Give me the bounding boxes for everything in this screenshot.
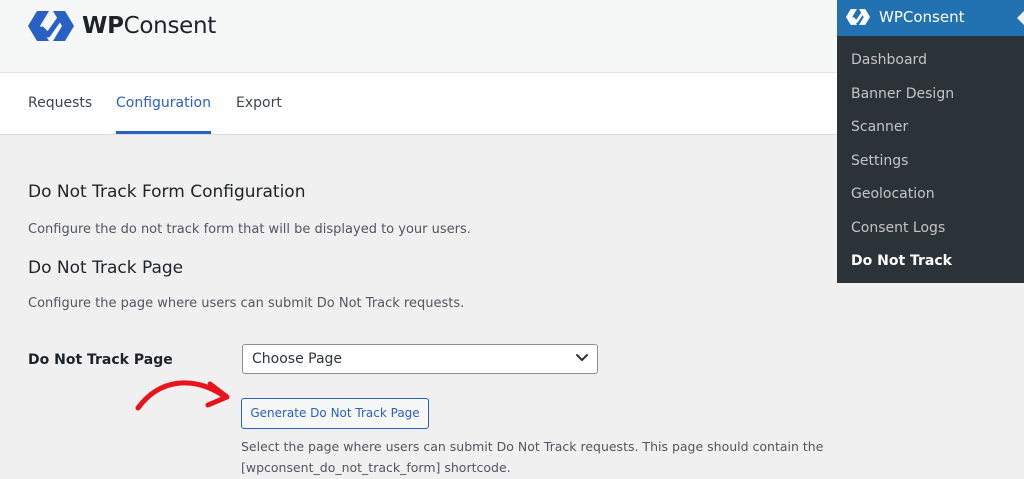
tab-configuration[interactable]: Configuration bbox=[116, 73, 211, 134]
tab-requests[interactable]: Requests bbox=[28, 73, 92, 134]
form-config-description: Configure the do not track form that wil… bbox=[28, 222, 471, 237]
dnt-page-help-text: Select the page where users can submit D… bbox=[241, 439, 824, 475]
admin-item-settings[interactable]: Settings bbox=[851, 153, 908, 169]
admin-submenu: WPConsent Dashboard Banner Design Scanne… bbox=[837, 0, 1024, 283]
form-config-title: Do Not Track Form Configuration bbox=[28, 182, 306, 202]
dnt-page-description: Configure the page where users can submi… bbox=[28, 296, 465, 311]
page-select-value: Choose Page bbox=[252, 351, 343, 367]
admin-item-scanner[interactable]: Scanner bbox=[851, 119, 908, 135]
chevron-down-icon bbox=[576, 354, 588, 361]
tab-export[interactable]: Export bbox=[236, 73, 282, 134]
wpconsent-logo-icon bbox=[28, 11, 74, 41]
dnt-page-title: Do Not Track Page bbox=[28, 258, 184, 278]
wpconsent-logo-icon bbox=[846, 9, 870, 25]
brand-logo[interactable]: WPConsent bbox=[28, 9, 216, 43]
dnt-page-field-label: Do Not Track Page bbox=[28, 352, 173, 368]
admin-item-consent-logs[interactable]: Consent Logs bbox=[851, 220, 945, 236]
admin-item-do-not-track[interactable]: Do Not Track bbox=[851, 253, 952, 269]
admin-item-geolocation[interactable]: Geolocation bbox=[851, 186, 935, 202]
admin-item-banner-design[interactable]: Banner Design bbox=[851, 86, 954, 102]
brand-name: WPConsent bbox=[82, 13, 216, 39]
brand-name-rest: Consent bbox=[123, 13, 217, 39]
admin-menu-header[interactable]: WPConsent bbox=[837, 0, 1024, 36]
current-menu-caret-icon bbox=[1017, 11, 1024, 25]
page-select[interactable]: Choose Page bbox=[242, 344, 598, 374]
admin-item-dashboard[interactable]: Dashboard bbox=[851, 52, 927, 68]
curved-arrow-icon bbox=[135, 380, 230, 411]
brand-name-bold: WP bbox=[82, 13, 124, 39]
admin-menu-title: WPConsent bbox=[879, 8, 965, 26]
generate-dnt-page-button[interactable]: Generate Do Not Track Page bbox=[241, 398, 429, 429]
